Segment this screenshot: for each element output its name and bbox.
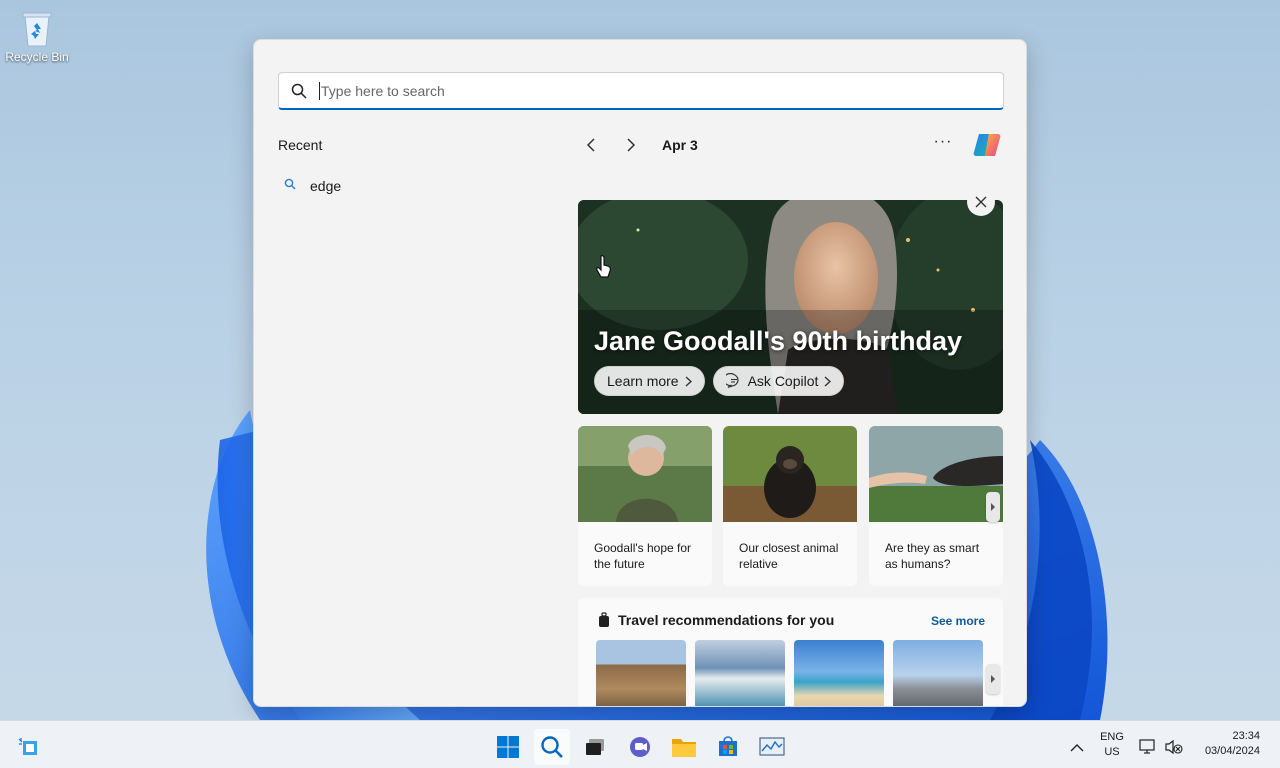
hero-card[interactable]: Jane Goodall's 90th birthday Learn more … bbox=[578, 188, 1003, 414]
chevron-left-icon bbox=[586, 138, 595, 152]
hero-actions: Learn more Ask Copilot bbox=[594, 366, 845, 396]
copilot-button[interactable] bbox=[970, 128, 1004, 162]
caret-right-icon bbox=[991, 675, 995, 683]
ask-copilot-label: Ask Copilot bbox=[747, 373, 819, 389]
task-view-button[interactable] bbox=[577, 729, 613, 765]
recycle-bin-label: Recycle Bin bbox=[5, 50, 69, 64]
article-cards: Goodall's hope for the future Our closes… bbox=[578, 426, 1003, 586]
windows-logo-icon bbox=[497, 736, 519, 758]
widgets-button[interactable] bbox=[10, 729, 46, 765]
article-title: Are they as smart as humans? bbox=[885, 541, 980, 571]
copilot-icon bbox=[973, 134, 1001, 156]
recycle-bin-icon bbox=[20, 8, 54, 48]
volume-muted-icon bbox=[1165, 739, 1183, 755]
folder-icon bbox=[672, 739, 696, 757]
article-card[interactable]: Our closest animal relative bbox=[723, 426, 857, 586]
microsoft-store-button[interactable] bbox=[710, 729, 746, 765]
close-hero-button[interactable] bbox=[967, 188, 995, 216]
recycle-bin-shortcut[interactable]: Recycle Bin bbox=[4, 8, 70, 64]
article-image bbox=[869, 426, 1003, 522]
learn-more-button[interactable]: Learn more bbox=[594, 366, 705, 396]
travel-heading: Travel recommendations for you bbox=[598, 612, 834, 628]
article-image bbox=[723, 426, 857, 522]
travel-thumbnail[interactable] bbox=[596, 640, 686, 706]
search-panel: Recent edge Apr 3 ··· bbox=[253, 39, 1027, 707]
travel-thumbnail[interactable] bbox=[794, 640, 884, 706]
file-explorer-button[interactable] bbox=[666, 729, 702, 765]
learn-more-label: Learn more bbox=[607, 373, 679, 389]
article-image bbox=[578, 426, 712, 522]
travel-thumbnails bbox=[596, 640, 983, 706]
article-title: Goodall's hope for the future bbox=[594, 541, 692, 571]
search-taskbar-button[interactable] bbox=[534, 729, 570, 765]
chevron-right-icon bbox=[824, 375, 832, 387]
network-button[interactable] bbox=[1134, 729, 1162, 765]
search-input[interactable] bbox=[321, 82, 971, 99]
chat-bubble-icon bbox=[725, 373, 739, 389]
travel-title: Travel recommendations for you bbox=[618, 612, 835, 628]
caret-right-icon bbox=[991, 503, 995, 511]
travel-thumbnail[interactable] bbox=[893, 640, 983, 706]
chevron-right-icon bbox=[685, 375, 692, 387]
chevron-up-icon bbox=[1070, 743, 1084, 751]
travel-thumbnail[interactable] bbox=[695, 640, 785, 706]
article-card[interactable]: Are they as smart as humans? bbox=[869, 426, 1003, 586]
teams-chat-icon bbox=[630, 737, 650, 757]
article-title: Our closest animal relative bbox=[739, 541, 839, 571]
volume-button[interactable] bbox=[1160, 729, 1188, 765]
taskbar: ENG US 23:34 03/04/2024 bbox=[0, 720, 1280, 768]
recent-item[interactable]: edge bbox=[278, 172, 347, 200]
previous-button[interactable] bbox=[578, 132, 604, 158]
mouse-pointer-icon bbox=[596, 255, 612, 284]
next-button[interactable] bbox=[618, 132, 644, 158]
network-icon bbox=[1139, 739, 1155, 754]
system-clock[interactable]: 23:34 03/04/2024 bbox=[1205, 729, 1260, 759]
performance-monitor-button[interactable] bbox=[754, 729, 790, 765]
highlights-nav: Apr 3 ··· bbox=[578, 132, 1004, 158]
search-icon bbox=[541, 736, 563, 758]
clock-time: 23:34 bbox=[1232, 730, 1260, 742]
highlight-date: Apr 3 bbox=[662, 137, 698, 153]
see-more-link[interactable]: See more bbox=[931, 614, 985, 628]
hero-title: Jane Goodall's 90th birthday bbox=[594, 326, 963, 356]
language-indicator[interactable]: ENG US bbox=[1096, 730, 1128, 760]
monitor-chart-icon bbox=[759, 737, 785, 756]
search-box[interactable] bbox=[278, 72, 1004, 110]
language-label: ENG bbox=[1100, 731, 1124, 743]
scroll-right-button[interactable] bbox=[986, 492, 1000, 522]
ask-copilot-button[interactable]: Ask Copilot bbox=[712, 366, 845, 396]
luggage-icon bbox=[599, 612, 609, 627]
show-hidden-icons-button[interactable] bbox=[1060, 729, 1094, 765]
search-icon bbox=[284, 177, 296, 195]
travel-section: Travel recommendations for you See more bbox=[578, 598, 1003, 706]
teams-chat-button[interactable] bbox=[622, 729, 658, 765]
widgets-icon bbox=[18, 738, 37, 755]
chevron-right-icon bbox=[627, 138, 636, 152]
store-icon bbox=[719, 736, 737, 756]
start-button[interactable] bbox=[490, 729, 526, 765]
recent-item-label: edge bbox=[310, 178, 342, 194]
text-caret bbox=[319, 81, 320, 100]
search-icon bbox=[279, 83, 319, 99]
region-label: US bbox=[1104, 746, 1120, 758]
more-options-button[interactable]: ··· bbox=[930, 132, 956, 158]
task-view-icon bbox=[586, 739, 604, 755]
scroll-right-button[interactable] bbox=[986, 664, 1000, 694]
article-card[interactable]: Goodall's hope for the future bbox=[578, 426, 712, 586]
clock-date: 03/04/2024 bbox=[1204, 745, 1260, 757]
recent-heading: Recent bbox=[278, 137, 323, 153]
close-icon bbox=[975, 196, 987, 208]
